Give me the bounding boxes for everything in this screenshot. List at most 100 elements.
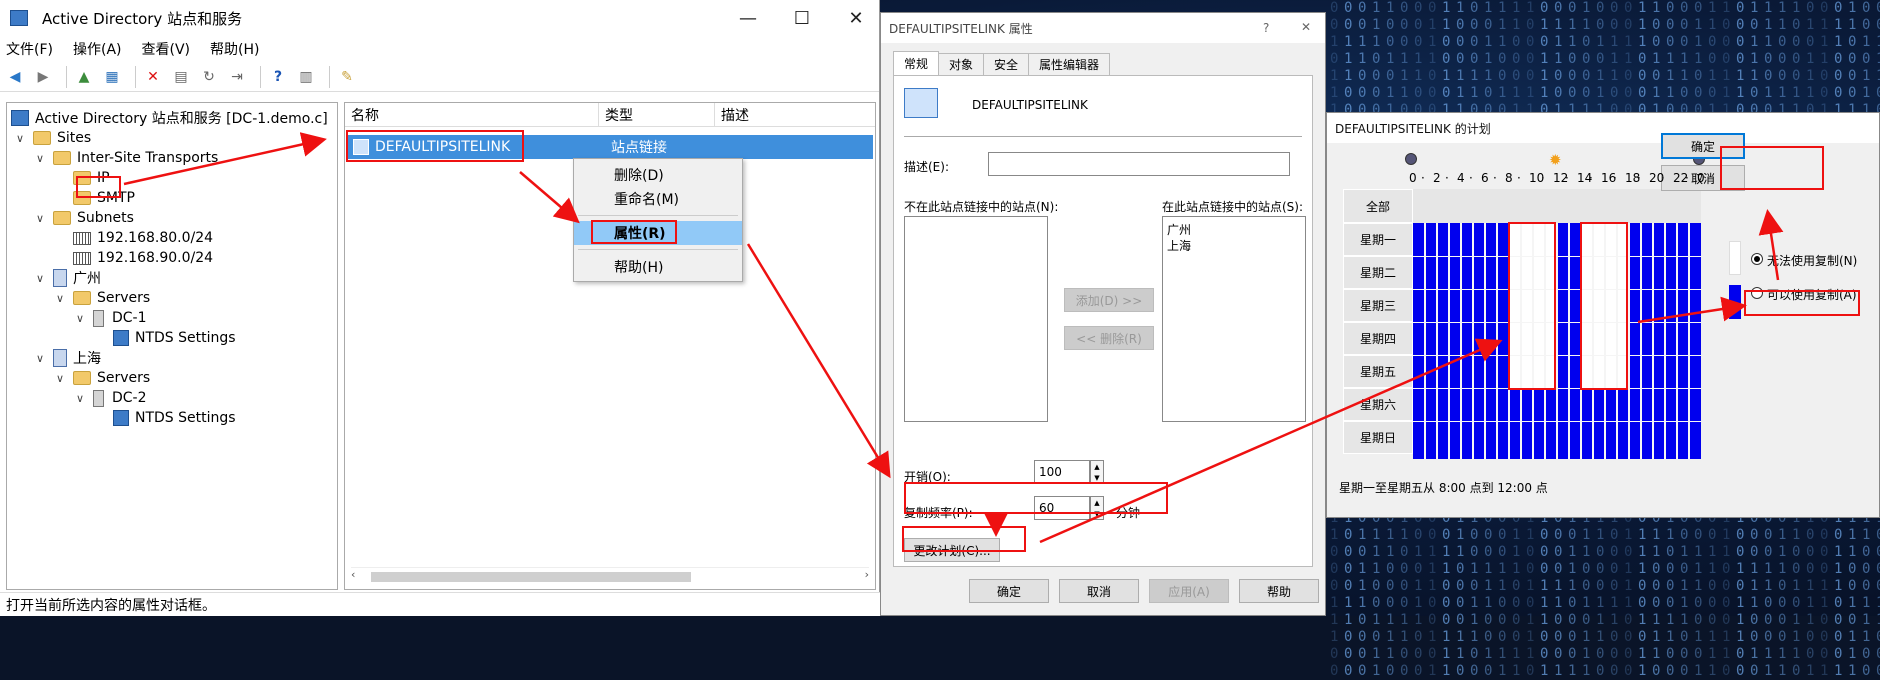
help-button[interactable]: 帮助 bbox=[1239, 579, 1319, 603]
menu-view[interactable]: 查看(V) bbox=[142, 39, 191, 59]
tab-attribute-editor[interactable]: 属性编辑器 bbox=[1028, 53, 1111, 75]
menu-item-properties[interactable]: 属性(R) bbox=[574, 221, 742, 245]
column-header-type[interactable]: 类型 bbox=[599, 103, 715, 127]
horizontal-scrollbar[interactable]: ‹ › bbox=[351, 567, 869, 585]
menu-item-rename[interactable]: 重命名(M) bbox=[574, 187, 742, 211]
change-schedule-button[interactable]: 更改计划(C)... bbox=[904, 538, 1000, 562]
chevron-down-icon[interactable]: ∨ bbox=[73, 392, 87, 405]
frequency-spinner[interactable]: ▲ ▼ bbox=[1090, 496, 1104, 520]
tree-subnet-90[interactable]: 192.168.90.0/24 bbox=[73, 247, 213, 269]
day-thursday[interactable]: 星期四 bbox=[1343, 322, 1413, 355]
tree-subnets[interactable]: ∨ Subnets bbox=[33, 207, 134, 229]
scroll-right-icon[interactable]: › bbox=[865, 568, 869, 581]
available-radio[interactable] bbox=[1751, 287, 1763, 299]
spinner-down-icon[interactable]: ▼ bbox=[1094, 474, 1099, 482]
menu-item-help[interactable]: 帮助(H) bbox=[574, 255, 742, 279]
chevron-down-icon[interactable]: ∨ bbox=[33, 212, 47, 225]
list-item[interactable]: 广州 bbox=[1167, 221, 1191, 238]
subnet-icon bbox=[73, 251, 91, 265]
schedule-ok-button[interactable]: 确定 bbox=[1661, 133, 1745, 159]
schedule-grid[interactable] bbox=[1413, 223, 1701, 459]
tree-root[interactable]: Active Directory 站点和服务 [DC-1.demo.c] bbox=[11, 107, 328, 129]
day-sunday[interactable]: 星期日 bbox=[1343, 421, 1413, 454]
tree-site-shanghai[interactable]: ∨ 上海 bbox=[33, 347, 101, 369]
tree-ntds-settings-1[interactable]: NTDS Settings bbox=[113, 327, 236, 349]
menu-item-delete[interactable]: 删除(D) bbox=[574, 163, 742, 187]
add-site-button[interactable]: 添加(D) >> bbox=[1064, 288, 1154, 312]
day-friday[interactable]: 星期五 bbox=[1343, 355, 1413, 388]
tab-object[interactable]: 对象 bbox=[938, 53, 985, 75]
unavailable-radio[interactable] bbox=[1751, 253, 1763, 265]
ok-button[interactable]: 确定 bbox=[969, 579, 1049, 603]
new-item-icon[interactable]: ✎ bbox=[336, 66, 358, 88]
select-all-button[interactable]: 全部 bbox=[1343, 189, 1413, 223]
maximize-button[interactable]: ☐ bbox=[774, 0, 830, 36]
grid-column-line bbox=[1544, 223, 1546, 459]
tree-site-guangzhou[interactable]: ∨ 广州 bbox=[33, 267, 101, 289]
tree-servers-shanghai[interactable]: ∨ Servers bbox=[53, 367, 150, 389]
menu-action[interactable]: 操作(A) bbox=[73, 39, 122, 59]
action-pane-icon[interactable]: ▥ bbox=[295, 66, 317, 88]
cost-spinner[interactable]: ▲ ▼ bbox=[1090, 460, 1104, 484]
scrollbar-thumb[interactable] bbox=[371, 572, 691, 582]
remove-site-button[interactable]: << 删除(R) bbox=[1064, 326, 1154, 350]
back-arrow-icon[interactable]: ◀ bbox=[4, 66, 26, 88]
refresh-icon[interactable]: ↻ bbox=[198, 66, 220, 88]
hour-tick: · bbox=[1445, 171, 1449, 185]
chevron-down-icon[interactable]: ∨ bbox=[53, 292, 67, 305]
scroll-left-icon[interactable]: ‹ bbox=[351, 568, 355, 581]
tree-dc1[interactable]: ∨ DC-1 bbox=[73, 307, 147, 329]
available-radio-label[interactable]: 可以使用复制(A) bbox=[1767, 286, 1857, 303]
frequency-input[interactable]: 60 bbox=[1034, 496, 1090, 520]
tab-security[interactable]: 安全 bbox=[983, 53, 1030, 75]
tree-smtp[interactable]: SMTP bbox=[73, 187, 135, 209]
tab-general[interactable]: 常规 bbox=[893, 51, 940, 75]
tree-inter-site-transports[interactable]: ∨ Inter-Site Transports bbox=[33, 147, 218, 169]
tree-sites[interactable]: ∨ Sites bbox=[13, 127, 91, 149]
spinner-up-icon[interactable]: ▲ bbox=[1094, 463, 1099, 471]
menu-help[interactable]: 帮助(H) bbox=[210, 39, 259, 59]
unavailable-radio-label[interactable]: 无法使用复制(N) bbox=[1767, 252, 1857, 269]
apply-button[interactable]: 应用(A) bbox=[1149, 579, 1229, 603]
list-item[interactable]: 上海 bbox=[1167, 237, 1191, 254]
tree-servers-guangzhou[interactable]: ∨ Servers bbox=[53, 287, 150, 309]
tree-ntds-settings-2[interactable]: NTDS Settings bbox=[113, 407, 236, 429]
export-list-icon[interactable]: ⇥ bbox=[226, 66, 248, 88]
spinner-up-icon[interactable]: ▲ bbox=[1094, 499, 1099, 507]
chevron-down-icon[interactable]: ∨ bbox=[13, 132, 27, 145]
chevron-down-icon[interactable]: ∨ bbox=[73, 312, 87, 325]
hour-header-strip[interactable] bbox=[1413, 189, 1701, 223]
chevron-down-icon[interactable]: ∨ bbox=[33, 152, 47, 165]
day-wednesday[interactable]: 星期三 bbox=[1343, 289, 1413, 322]
tree-ip[interactable]: IP bbox=[73, 167, 110, 189]
properties-icon[interactable]: ▤ bbox=[170, 66, 192, 88]
help-question-icon[interactable]: ? bbox=[1263, 21, 1269, 35]
chevron-down-icon[interactable]: ∨ bbox=[33, 352, 47, 365]
tree-dc2[interactable]: ∨ DC-2 bbox=[73, 387, 147, 409]
show-hide-tree-icon[interactable]: ▦ bbox=[101, 66, 123, 88]
close-button[interactable]: ✕ bbox=[828, 0, 884, 36]
description-input[interactable] bbox=[988, 152, 1290, 176]
chevron-down-icon[interactable]: ∨ bbox=[33, 272, 47, 285]
up-folder-icon[interactable]: ▲ bbox=[73, 66, 95, 88]
day-monday[interactable]: 星期一 bbox=[1343, 223, 1413, 256]
sites-in-link-list[interactable]: 广州 上海 bbox=[1162, 216, 1306, 422]
delete-icon[interactable]: ✕ bbox=[142, 66, 164, 88]
list-row-defaultipsitelink[interactable]: DEFAULTIPSITELINK 站点链接 bbox=[347, 135, 873, 159]
help-icon[interactable]: ? bbox=[267, 66, 289, 88]
dialog-close-icon[interactable]: ✕ bbox=[1301, 20, 1311, 34]
spinner-down-icon[interactable]: ▼ bbox=[1094, 510, 1099, 518]
tree-subnet-80[interactable]: 192.168.80.0/24 bbox=[73, 227, 213, 249]
column-header-name[interactable]: 名称 bbox=[345, 103, 599, 127]
day-tuesday[interactable]: 星期二 bbox=[1343, 256, 1413, 289]
sites-not-in-link-list[interactable] bbox=[904, 216, 1048, 422]
hour-tick: · bbox=[1685, 171, 1689, 185]
chevron-down-icon[interactable]: ∨ bbox=[53, 372, 67, 385]
minimize-button[interactable]: — bbox=[720, 0, 776, 36]
column-header-description[interactable]: 描述 bbox=[715, 103, 875, 127]
cost-input[interactable]: 100 bbox=[1034, 460, 1090, 484]
cancel-button[interactable]: 取消 bbox=[1059, 579, 1139, 603]
menu-file[interactable]: 文件(F) bbox=[6, 39, 53, 59]
forward-arrow-icon[interactable]: ▶ bbox=[32, 66, 54, 88]
day-saturday[interactable]: 星期六 bbox=[1343, 388, 1413, 421]
